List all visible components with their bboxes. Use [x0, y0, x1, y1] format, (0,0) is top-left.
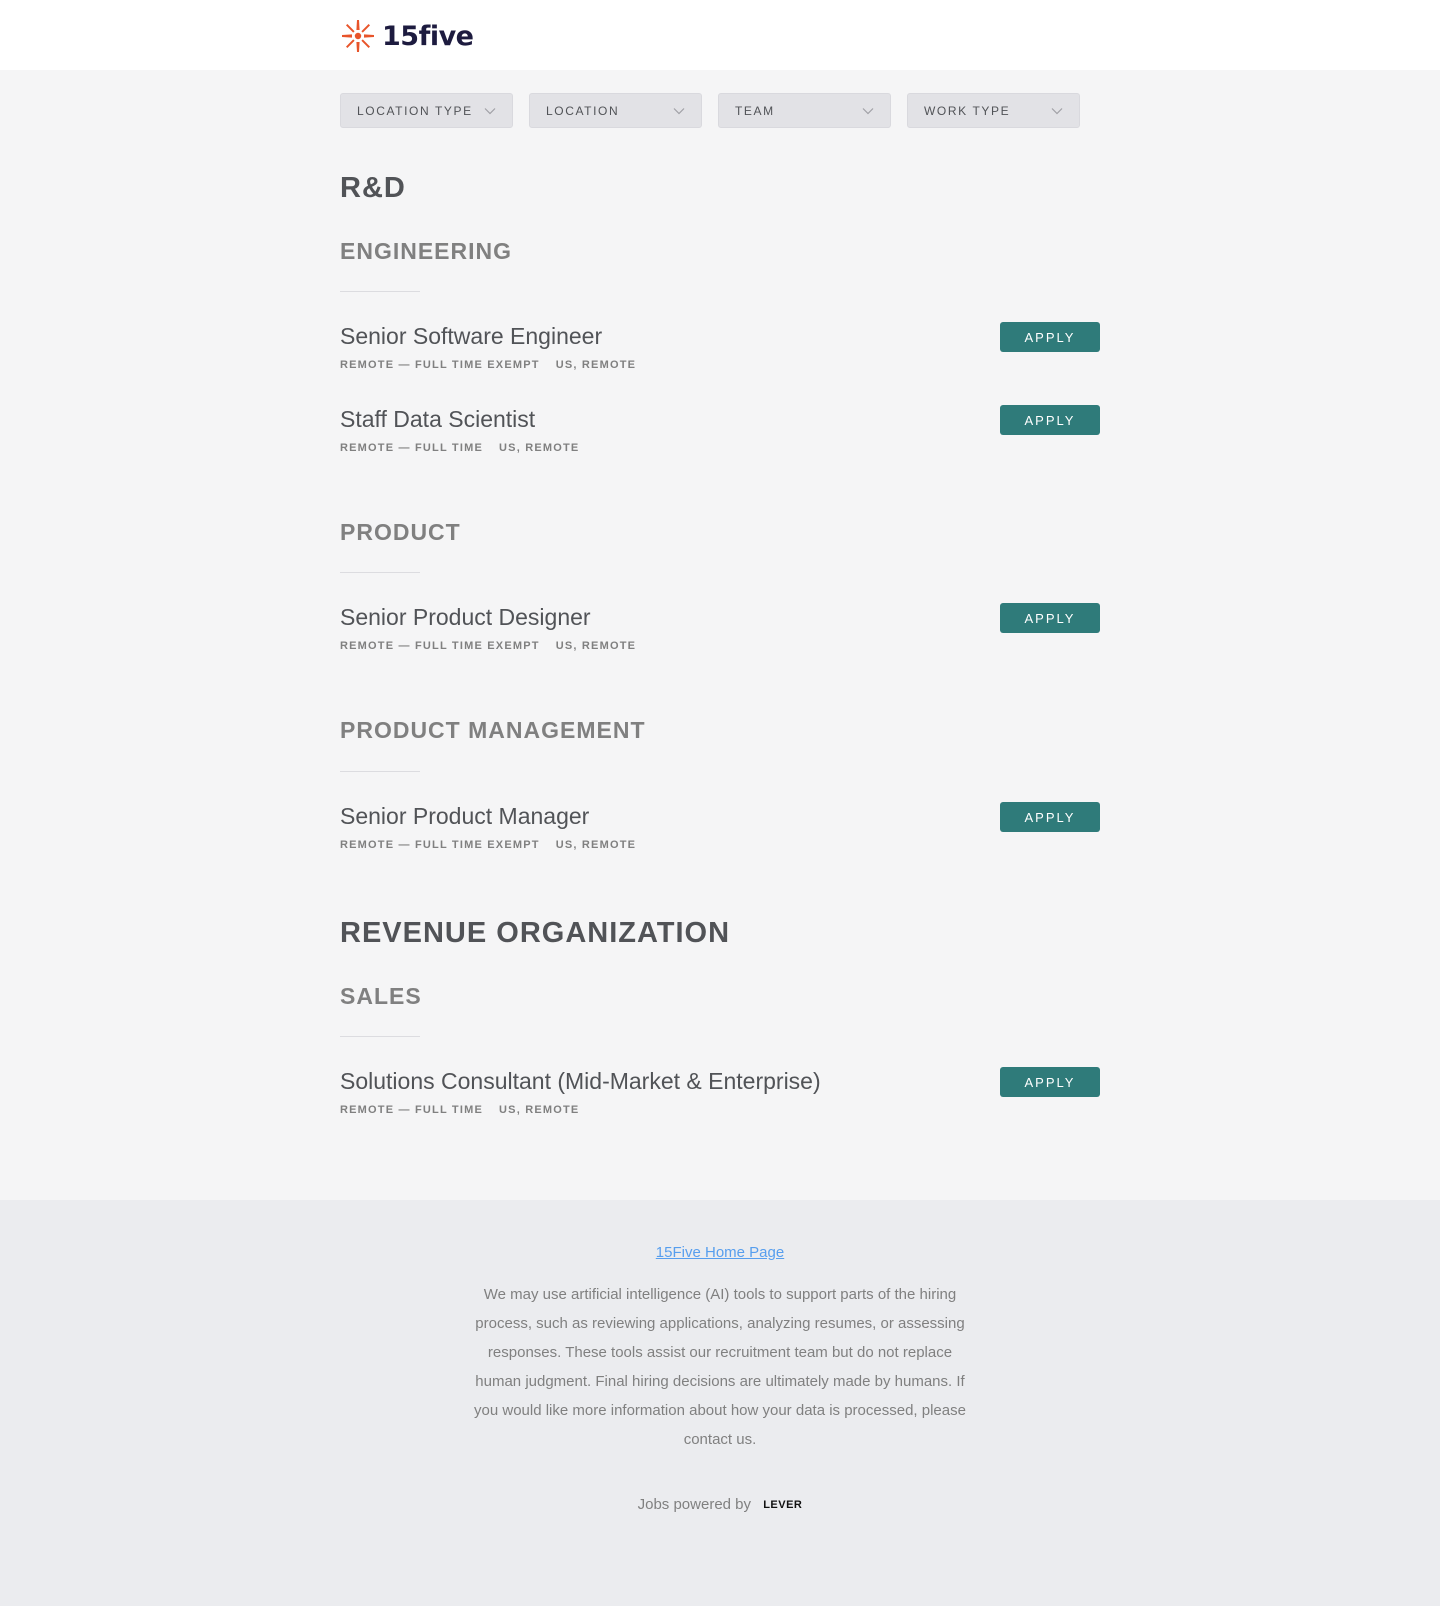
- posting-work-type: REMOTE — FULL TIME EXEMPT: [340, 359, 540, 371]
- posting: Senior Software Engineer REMOTE — FULL T…: [340, 322, 1100, 371]
- lever-logo-link[interactable]: LEVER: [763, 1499, 802, 1511]
- chevron-down-icon: [1051, 107, 1063, 114]
- posting-title-link[interactable]: Senior Software Engineer: [340, 322, 1100, 350]
- posting-title-link[interactable]: Staff Data Scientist: [340, 405, 1100, 433]
- page-footer: 15Five Home Page We may use artificial i…: [0, 1200, 1440, 1606]
- chevron-down-icon: [484, 107, 496, 114]
- ai-disclosure-text: We may use artificial intelligence (AI) …: [474, 1286, 966, 1448]
- posting: Senior Product Manager REMOTE — FULL TIM…: [340, 802, 1100, 851]
- org-heading: REVENUE ORGANIZATION: [340, 917, 731, 949]
- powered-by-text: Jobs powered by: [637, 1496, 752, 1513]
- filter-label: LOCATION: [546, 103, 620, 118]
- top-bar: 15five: [0, 0, 1440, 70]
- posting: Staff Data Scientist REMOTE — FULL TIME …: [340, 405, 1100, 454]
- posting: Senior Product Designer REMOTE — FULL TI…: [340, 603, 1100, 652]
- posting-work-type: REMOTE — FULL TIME: [340, 1104, 484, 1116]
- apply-button[interactable]: APPLY: [1000, 1067, 1100, 1097]
- team-heading: PRODUCT: [340, 519, 461, 545]
- team-divider: [340, 291, 420, 292]
- apply-button[interactable]: APPLY: [1000, 802, 1100, 832]
- filter-label: LOCATION TYPE: [357, 103, 473, 118]
- posting-work-type: REMOTE — FULL TIME: [340, 442, 484, 454]
- filter-label: WORK TYPE: [924, 103, 1011, 118]
- posting-location: US, REMOTE: [499, 1104, 580, 1116]
- posting-location: US, REMOTE: [555, 359, 637, 371]
- posting-categories: REMOTE — FULL TIME EXEMPT US, REMOTE: [340, 839, 1100, 851]
- team-divider: [340, 1036, 420, 1037]
- chevron-down-icon: [673, 107, 685, 114]
- filter-work-type[interactable]: WORK TYPE: [907, 93, 1080, 128]
- org-heading: R&D: [340, 172, 406, 204]
- filter-location-type[interactable]: LOCATION TYPE: [340, 93, 513, 128]
- home-page-link[interactable]: 15Five Home Page: [656, 1244, 784, 1261]
- apply-button[interactable]: APPLY: [1000, 405, 1100, 435]
- home-link-wrapper: 15Five Home Page: [0, 1244, 1440, 1261]
- filter-location[interactable]: LOCATION: [529, 93, 702, 128]
- apply-button[interactable]: APPLY: [1000, 603, 1100, 633]
- posting-location: US, REMOTE: [555, 640, 637, 652]
- posting-categories: REMOTE — FULL TIME US, REMOTE: [340, 442, 1100, 454]
- team-heading: ENGINEERING: [340, 238, 513, 264]
- logo-wordmark: 15five: [382, 20, 474, 52]
- filter-team[interactable]: TEAM: [718, 93, 891, 128]
- posting-categories: REMOTE — FULL TIME US, REMOTE: [340, 1104, 1100, 1116]
- filter-bar: LOCATION TYPE LOCATION TEAM WORK TYPE: [340, 93, 1080, 128]
- powered-by: Jobs powered by LEVER: [0, 1496, 1440, 1513]
- posting: Solutions Consultant (Mid-Market & Enter…: [340, 1067, 1100, 1116]
- posting-categories: REMOTE — FULL TIME EXEMPT US, REMOTE: [340, 359, 1100, 371]
- team-divider: [340, 572, 420, 573]
- team-divider: [340, 771, 420, 772]
- team-heading: SALES: [340, 983, 422, 1009]
- apply-button[interactable]: APPLY: [1000, 322, 1100, 352]
- posting-work-type: REMOTE — FULL TIME EXEMPT: [340, 839, 540, 851]
- posting-title-link[interactable]: Senior Product Manager: [340, 802, 1100, 830]
- chevron-down-icon: [862, 107, 874, 114]
- sunburst-logo-icon: [342, 20, 374, 52]
- posting-title-link[interactable]: Senior Product Designer: [340, 603, 1100, 631]
- company-logo[interactable]: 15five: [340, 18, 474, 54]
- posting-location: US, REMOTE: [555, 839, 637, 851]
- filter-label: TEAM: [735, 103, 775, 118]
- posting-title-link[interactable]: Solutions Consultant (Mid-Market & Enter…: [340, 1067, 1100, 1095]
- posting-location: US, REMOTE: [499, 442, 580, 454]
- team-heading: PRODUCT MANAGEMENT: [340, 717, 646, 743]
- posting-work-type: REMOTE — FULL TIME EXEMPT: [340, 640, 540, 652]
- posting-categories: REMOTE — FULL TIME EXEMPT US, REMOTE: [340, 640, 1100, 652]
